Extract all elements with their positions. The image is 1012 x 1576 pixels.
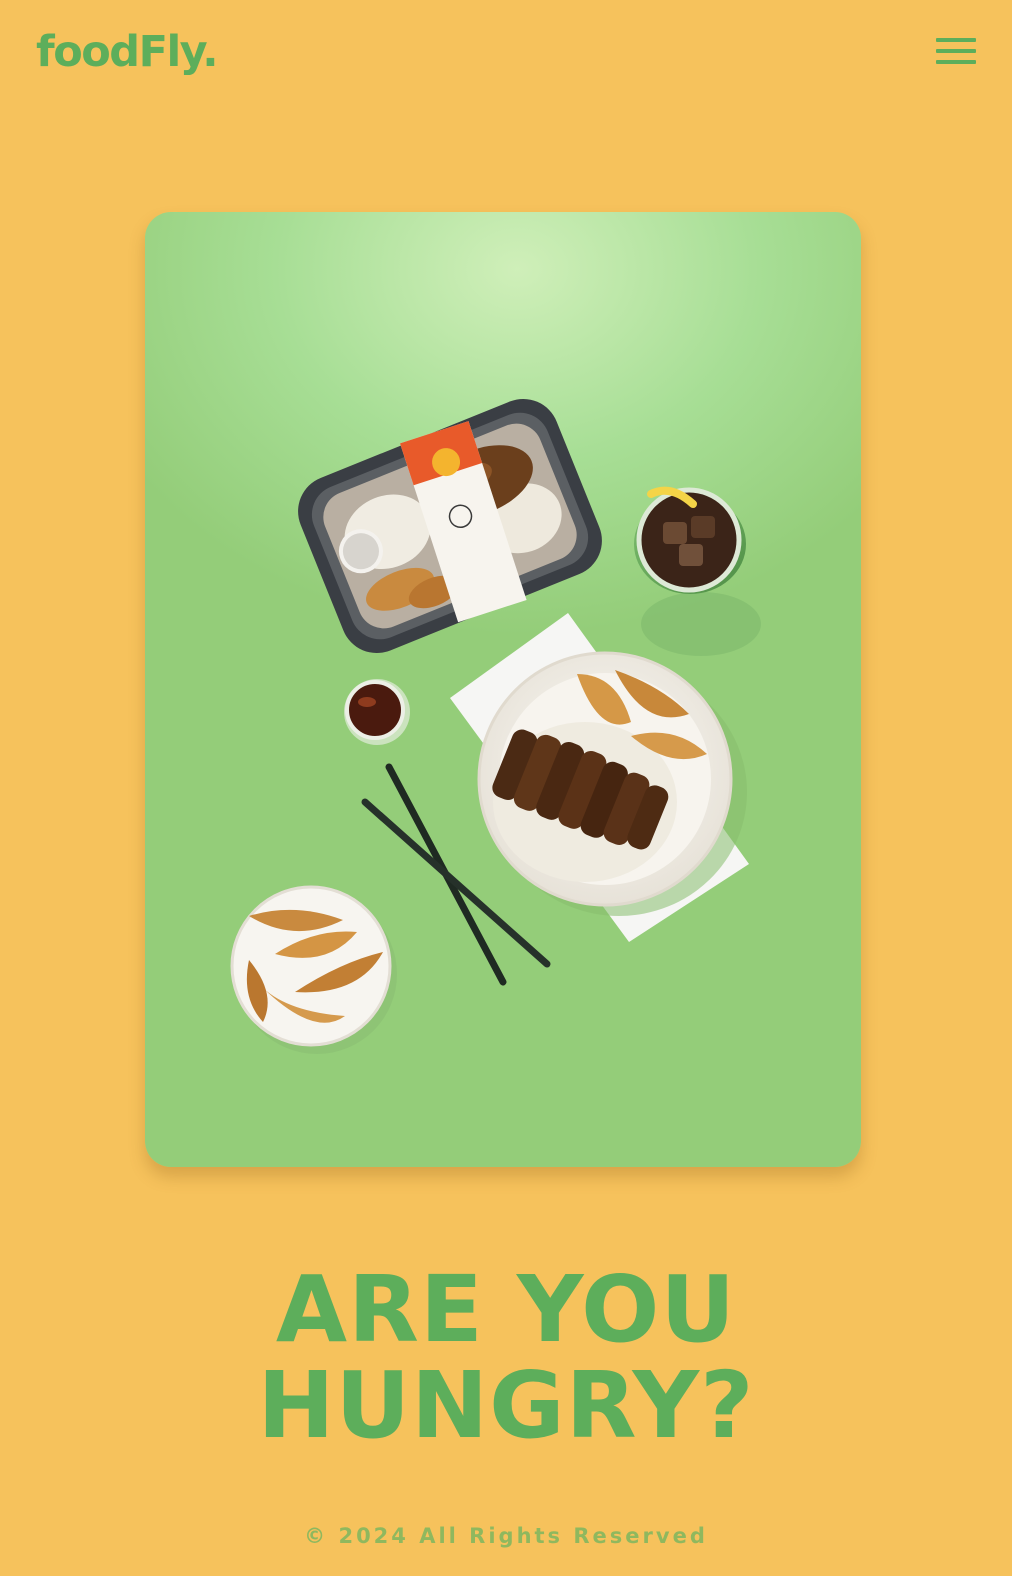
hero-headline: ARE YOU HUNGRY? [0,1262,1012,1454]
headline-line-2: HUNGRY? [257,1352,755,1459]
copyright-footer: © 2024 All Rights Reserved [304,1524,708,1548]
menu-line [936,49,976,53]
site-header: foodFly. [0,0,1012,110]
hero-food-photo [145,212,861,1167]
menu-line [936,38,976,42]
menu-line [936,60,976,64]
dumpling-plate [230,885,397,1054]
hamburger-menu-icon[interactable] [934,34,978,70]
iced-tea-glass [634,486,761,656]
brand-logo[interactable]: foodFly. [36,22,219,82]
headline-line-1: ARE YOU [275,1256,737,1363]
food-illustration [230,398,761,1054]
soy-sauce-dish [344,679,410,745]
main-plate [477,651,747,916]
